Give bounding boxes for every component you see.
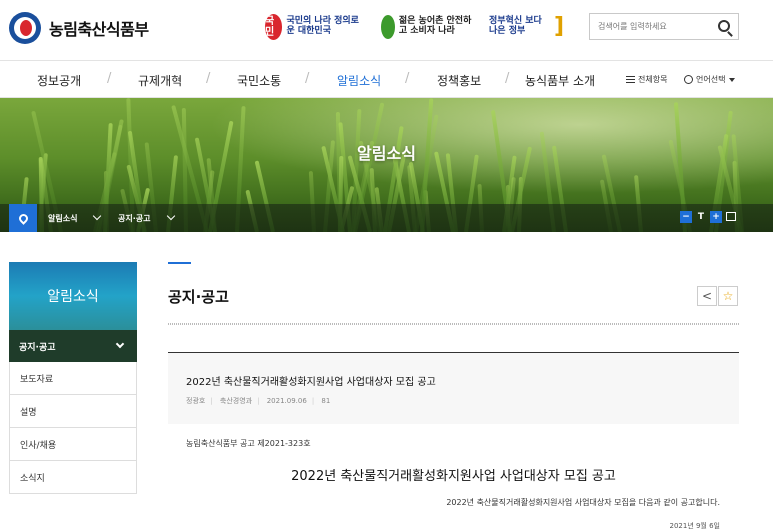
banner-title: 알림소식	[357, 144, 416, 163]
hamburger-icon	[626, 76, 635, 83]
body-title: 2022년 축산물직거래활성화지원사업 사업대상자 모집 공고	[291, 469, 616, 484]
star-icon: ☆	[722, 289, 734, 303]
slogan-3-text: 정부혁신 보다 나은 정부	[489, 16, 542, 36]
body-text: 2022년 축산물직거래활성화지원사업 사업대상자 모집을 다음과 같이 공고합…	[446, 498, 720, 507]
nav-item-info-disclosure[interactable]: 정보공개	[37, 72, 81, 89]
globe-icon	[684, 75, 693, 84]
sidebar-item-recruit[interactable]: 인사/채용	[9, 428, 137, 461]
meta-divider: |	[210, 397, 213, 405]
zoom-in-button[interactable]: +	[710, 211, 722, 223]
meta-divider: |	[311, 397, 315, 405]
nav-item-communication[interactable]: 국민소통	[237, 72, 281, 89]
location-pin-icon[interactable]	[9, 204, 37, 232]
sidebar-item-label: 공지·공고	[19, 342, 56, 353]
slogan-banner-2[interactable]: 젊은 농어촌 안전하고 소비자 나라	[381, 10, 473, 44]
breadcrumb-item-notice[interactable]: 공지·공고	[118, 213, 150, 224]
slogan-2-text: 젊은 농어촌 안전하고 소비자 나라	[398, 16, 472, 36]
site-header: 농림축산식품부 국민 국민의 나라 정의로운 대한민국 젊은 농어촌 안전하고 …	[0, 0, 773, 60]
sidebar-item-notice[interactable]: 공지·공고	[9, 330, 137, 362]
slogan-1-badge: 국민	[265, 14, 283, 40]
share-icon: <	[701, 289, 713, 303]
hero-banner: 알림소식 알림소식 공지·공고 − T +	[0, 98, 773, 232]
language-select[interactable]: 언어선택	[684, 74, 736, 85]
nav-divider: /	[505, 71, 510, 86]
slogan-banner-3[interactable]: 정부혁신 보다 나은 정부 ]	[489, 10, 564, 44]
search-box	[589, 13, 739, 40]
nav-item-regulation[interactable]: 규제개혁	[138, 72, 182, 89]
post-meta: 정광호 | 축산경영과 | 2021.09.06 | 81	[186, 396, 330, 406]
post-header: 2022년 축산물직거래활성화지원사업 사업대상자 모집 공고 정광호 | 축산경…	[168, 352, 739, 424]
main-nav: 정보공개 / 규제개혁 / 국민소통 / 알림소식 / 정책홍보 / 농식품부 …	[0, 60, 773, 98]
favorite-button[interactable]: ☆	[718, 286, 738, 306]
body-date: 2021년 9월 6일	[669, 522, 721, 530]
nav-divider: /	[405, 71, 410, 86]
share-button[interactable]: <	[697, 286, 717, 306]
meta-divider: |	[257, 397, 260, 405]
sidebar-item-explanation[interactable]: 설명	[9, 395, 137, 428]
leaf-icon	[381, 15, 395, 39]
post-views: 81	[321, 397, 331, 405]
sidebar-item-newsletter[interactable]: 소식지	[9, 461, 137, 494]
nav-item-about[interactable]: 농식품부 소개	[525, 72, 595, 89]
search-input[interactable]	[598, 22, 713, 31]
breadcrumb: 알림소식 공지·공고 − T +	[0, 204, 773, 232]
chevron-down-icon[interactable]	[92, 211, 102, 221]
post-title: 2022년 축산물직거래활성화지원사업 사업대상자 모집 공고	[186, 377, 436, 388]
slogan-1-text: 국민의 나라 정의로운 대한민국	[286, 16, 359, 36]
page-title: 공지·공고	[168, 288, 229, 306]
zoom-out-button[interactable]: −	[680, 211, 692, 223]
divider	[168, 323, 739, 325]
nav-item-news[interactable]: 알림소식	[337, 72, 381, 89]
search-icon[interactable]	[718, 20, 730, 32]
nav-divider: /	[305, 71, 310, 86]
nav-divider: /	[206, 71, 211, 86]
logo-text: 농림축산식품부	[49, 20, 149, 39]
print-icon[interactable]	[726, 212, 736, 221]
notice-number: 농림축산식품부 공고 제2021-323호	[186, 439, 311, 448]
post-date: 2021.09.06	[266, 397, 307, 405]
sidebar-title: 알림소식	[9, 262, 137, 330]
caret-down-icon	[729, 77, 736, 82]
zoom-reset-button[interactable]: T	[695, 211, 707, 223]
chevron-down-icon[interactable]	[166, 211, 176, 221]
plus-bracket-icon: ]	[553, 13, 564, 39]
nav-item-policy-pr[interactable]: 정책홍보	[437, 72, 481, 89]
chevron-down-icon	[115, 339, 125, 349]
title-accent-bar	[168, 262, 191, 264]
all-menu-label: 전체항목	[638, 75, 668, 84]
taegeuk-logo-icon	[9, 12, 41, 44]
breadcrumb-item-news[interactable]: 알림소식	[48, 213, 77, 224]
site-logo[interactable]: 농림축산식품부	[9, 12, 149, 44]
sidebar-item-press[interactable]: 보도자료	[9, 362, 137, 395]
post-author: 정광호	[186, 397, 206, 405]
post-department: 축산경영과	[219, 397, 253, 405]
nav-divider: /	[107, 71, 112, 86]
slogan-banner-1[interactable]: 국민 국민의 나라 정의로운 대한민국	[265, 10, 365, 44]
language-label: 언어선택	[696, 75, 726, 84]
all-menu-button[interactable]: 전체항목	[626, 74, 667, 85]
